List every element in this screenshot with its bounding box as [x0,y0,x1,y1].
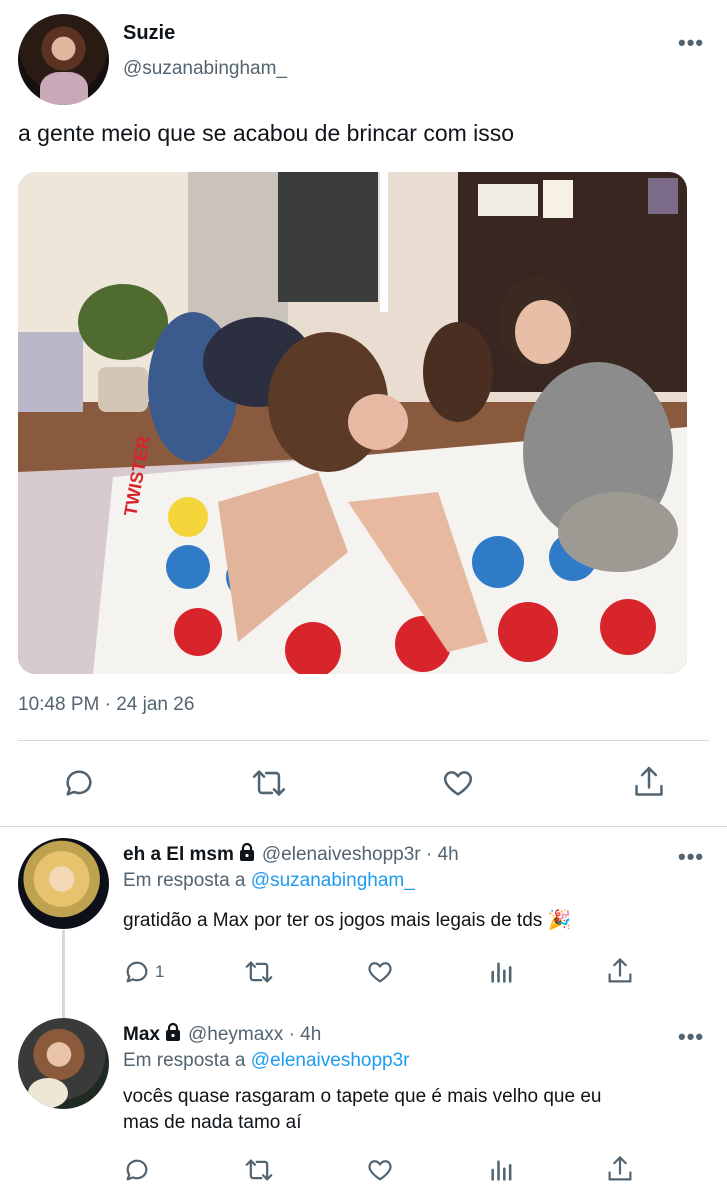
reply-count: 1 [155,962,165,981]
author-name[interactable]: Suzie [123,22,175,45]
share-button[interactable] [606,956,634,986]
thread-connector-line [62,930,65,1020]
like-button[interactable] [366,958,394,986]
reply-author-name[interactable]: Max [123,1024,160,1045]
reply-button[interactable] [123,1156,155,1184]
divider [18,740,709,741]
reply-time: · 4h [425,844,459,865]
share-icon [635,766,663,796]
tweet-timestamp[interactable]: 10:48 PM · 24 jan 26 [18,694,194,716]
reply-author-name[interactable]: eh a El msm [123,844,234,865]
lock-icon [239,842,254,861]
reply-author-handle[interactable]: @heymaxx [188,1024,283,1045]
main-tweet: Suzie @suzanabingham_ ••• a gente meio q… [0,0,727,826]
reply-button[interactable]: 1 [123,958,164,986]
reply-text: gratidão a Max por ter os jogos mais leg… [123,910,572,931]
more-horizontal-icon[interactable]: ••• [678,30,704,56]
analytics-icon [491,962,512,983]
avatar[interactable] [18,838,109,929]
tweet-text: a gente meio que se acabou de brincar co… [18,120,515,146]
reply-to-link[interactable]: @elenaiveshopp3r [251,1050,410,1071]
reply-time: · 4h [288,1024,322,1045]
share-icon [608,958,632,983]
share-button[interactable] [632,764,666,800]
reply-icon [126,961,148,983]
analytics-button[interactable] [488,1156,516,1184]
author-handle[interactable]: @suzanabingham_ [123,58,287,80]
retweet-icon [252,770,286,796]
reply-prefix: Em resposta a [123,870,246,891]
heart-icon [443,771,473,796]
reply-icon [66,770,92,796]
lock-icon [165,1022,180,1041]
twister-photo-illustration: TWISTER [18,172,687,674]
analytics-button[interactable] [488,958,516,986]
avatar[interactable] [18,14,109,105]
analytics-icon [491,1160,512,1181]
share-icon [608,1156,632,1181]
reply-button[interactable] [62,766,96,800]
more-horizontal-icon[interactable]: ••• [678,844,704,870]
replying-to: Em resposta a @elenaiveshopp3r [123,1050,410,1072]
retweet-button[interactable] [243,958,275,986]
thread-divider [0,826,727,827]
retweet-icon [245,961,273,983]
heart-icon [368,1160,392,1181]
tweet-photo[interactable]: TWISTER [18,172,687,674]
share-button[interactable] [606,1154,634,1184]
reply-text-line: vocês quase rasgaram o tapete que é mais… [123,1086,602,1107]
reply-author-handle[interactable]: @elenaiveshopp3r [262,844,421,865]
more-horizontal-icon[interactable]: ••• [678,1024,704,1050]
like-button[interactable] [441,766,475,800]
reply-text: vocês quase rasgaram o tapete que é mais… [123,1084,601,1136]
like-button[interactable] [366,1156,394,1184]
reply-text-line: mas de nada tamo aí [123,1112,302,1133]
reply-to-link[interactable]: @suzanabingham_ [251,870,415,891]
reply-prefix: Em resposta a [123,1050,246,1071]
retweet-button[interactable] [250,766,288,800]
replying-to: Em resposta a @suzanabingham_ [123,870,415,892]
reply-icon [126,1159,148,1181]
retweet-icon [245,1159,273,1181]
reply-meta: eh a El msm @elenaiveshopp3r · 4h [123,842,459,866]
retweet-button[interactable] [243,1156,275,1184]
reply-meta: Max @heymaxx · 4h [123,1022,321,1046]
heart-icon [368,962,392,983]
avatar[interactable] [18,1018,109,1109]
